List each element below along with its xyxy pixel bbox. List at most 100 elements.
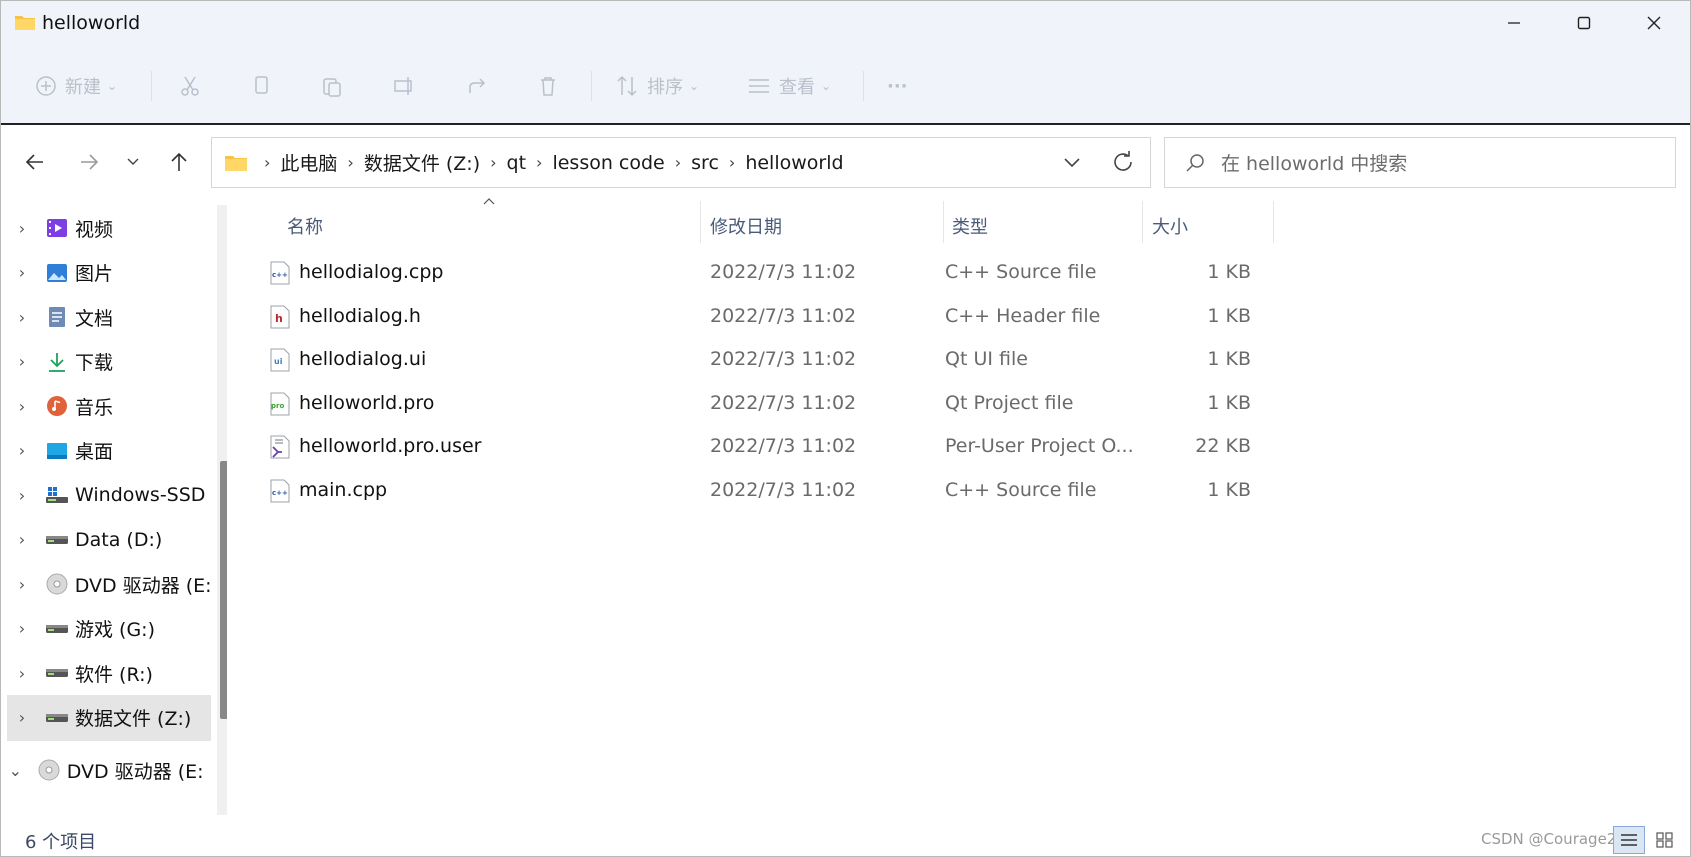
delete-button[interactable]: [537, 69, 559, 103]
sidebar-item[interactable]: › 软件 (R:): [7, 650, 211, 696]
chevron-down-icon[interactable]: ⌄: [1, 761, 30, 780]
sidebar-item-label: 音乐: [75, 396, 114, 419]
chevron-right-icon[interactable]: ›: [7, 441, 37, 460]
chevron-right-icon[interactable]: ›: [7, 619, 37, 638]
search-box[interactable]: 在 helloworld 中搜索: [1164, 137, 1676, 188]
chevron-right-icon[interactable]: ›: [7, 219, 37, 238]
chevron-right-icon[interactable]: ›: [347, 153, 353, 172]
file-row[interactable]: c++ hellodialog.cpp 2022/7/3 11:02 C++ Sour…: [233, 249, 1251, 295]
paste-button[interactable]: [321, 69, 343, 103]
chevron-right-icon[interactable]: ›: [7, 575, 37, 594]
more-options-button[interactable]: ···: [887, 69, 908, 103]
chevron-right-icon[interactable]: ›: [7, 530, 37, 549]
cut-button[interactable]: [179, 69, 201, 103]
sidebar-item[interactable]: › 文档: [7, 294, 211, 340]
sidebar-item-label: DVD 驱动器 (E:): [66, 760, 205, 783]
chevron-right-icon[interactable]: ›: [536, 153, 542, 172]
sidebar-item[interactable]: › 视频: [7, 205, 211, 251]
sidebar-item[interactable]: › 游戏 (G:): [7, 606, 211, 652]
chevron-down-icon: [1064, 158, 1080, 168]
breadcrumb-item[interactable]: 数据文件 (Z:): [364, 149, 480, 176]
breadcrumb-item[interactable]: lesson code: [552, 152, 664, 174]
copy-icon: [255, 76, 268, 94]
sidebar-item[interactable]: › 数据文件 (Z:): [7, 694, 211, 741]
sidebar-item[interactable]: › Windows-SSD: [7, 472, 211, 518]
recent-locations-button[interactable]: [115, 145, 151, 179]
sidebar-scrollbar-thumb[interactable]: [220, 461, 227, 719]
file-size: 1 KB: [1207, 261, 1251, 283]
rename-button[interactable]: [393, 69, 415, 103]
chevron-right-icon[interactable]: ›: [729, 153, 735, 172]
sidebar-item[interactable]: › 下载: [7, 339, 211, 385]
column-header-size[interactable]: 大小: [1152, 209, 1188, 243]
chevron-right-icon[interactable]: ›: [7, 664, 37, 683]
breadcrumb-item[interactable]: src: [691, 152, 719, 174]
cpp-file-icon: c++: [269, 261, 291, 285]
file-name: helloworld.pro: [299, 391, 435, 414]
file-name: hellodialog.ui: [299, 348, 427, 371]
chevron-down-icon: ⌄: [689, 79, 700, 93]
breadcrumb-item[interactable]: helloworld: [745, 152, 843, 174]
navigation-pane: › 视频 › 图片 › 文档 › 下载 › 音乐 › 桌面 › Windows-SSD › Data (D:)…: [1, 197, 227, 822]
chevron-right-icon[interactable]: ›: [490, 153, 496, 172]
file-type: C++ Source file: [945, 479, 1097, 501]
view-button[interactable]: 查看 ⌄: [747, 69, 831, 103]
copy-button[interactable]: [251, 69, 273, 103]
file-type: C++ Header file: [945, 304, 1101, 327]
chevron-right-icon[interactable]: ›: [7, 263, 37, 282]
chevron-right-icon[interactable]: ›: [7, 486, 37, 505]
forward-button[interactable]: [71, 145, 107, 179]
minimize-icon: [1508, 22, 1520, 24]
chevron-right-icon[interactable]: ›: [7, 308, 37, 327]
address-history-button[interactable]: [1062, 150, 1082, 178]
column-header-type[interactable]: 类型: [952, 209, 988, 243]
file-row[interactable]: pro helloworld.pro 2022/7/3 11:02 Qt Projec…: [233, 380, 1251, 426]
maximize-button[interactable]: [1549, 1, 1619, 45]
sidebar-item-label: DVD 驱动器 (E:: [74, 574, 211, 597]
file-name: main.cpp: [299, 479, 388, 501]
column-divider[interactable]: [943, 201, 944, 243]
refresh-button[interactable]: [1110, 148, 1136, 180]
chevron-right-icon[interactable]: ›: [7, 708, 37, 727]
file-row[interactable]: ui hellodialog.ui 2022/7/3 11:02 Qt UI file…: [233, 336, 1251, 382]
tiles-view-button[interactable]: [1649, 826, 1681, 854]
breadcrumb-item[interactable]: 此电脑: [280, 149, 337, 176]
window-title: helloworld: [42, 12, 141, 34]
sidebar-item[interactable]: › DVD 驱动器 (E:: [7, 561, 211, 607]
cpp-file-icon: c++: [269, 479, 291, 503]
trash-icon: [541, 77, 555, 96]
chevron-right-icon[interactable]: ›: [7, 397, 37, 416]
column-divider[interactable]: [700, 201, 701, 243]
svg-text:ui: ui: [274, 357, 283, 366]
sidebar-item[interactable]: › 图片: [7, 250, 211, 296]
close-button[interactable]: [1619, 1, 1689, 45]
file-row[interactable]: c++ main.cpp 2022/7/3 11:02 C++ Source file…: [233, 467, 1251, 513]
new-button[interactable]: 新建 ⌄: [35, 69, 117, 103]
file-type: C++ Source file: [945, 261, 1097, 283]
sidebar-item[interactable]: › 桌面: [7, 428, 211, 474]
chevron-right-icon[interactable]: ›: [7, 352, 37, 371]
file-date: 2022/7/3 11:02: [710, 348, 857, 371]
sort-button[interactable]: 排序 ⌄: [615, 69, 699, 103]
user-file-icon: [269, 435, 291, 459]
sidebar-item[interactable]: › 音乐: [7, 383, 211, 429]
sidebar-item-label: 桌面: [75, 441, 114, 463]
sidebar-item[interactable]: › Data (D:): [7, 517, 211, 563]
breadcrumb-item[interactable]: qt: [507, 152, 527, 174]
details-view-button[interactable]: [1613, 826, 1645, 854]
file-row[interactable]: h hellodialog.h 2022/7/3 11:02 C++ Header f…: [233, 293, 1251, 339]
share-button[interactable]: [467, 69, 489, 103]
file-row[interactable]: helloworld.pro.user 2022/7/3 11:02 Per-Use…: [233, 423, 1251, 469]
chevron-right-icon[interactable]: ›: [675, 153, 681, 172]
column-divider[interactable]: [1142, 201, 1143, 243]
view-lines-icon: [749, 79, 769, 93]
address-bar[interactable]: › 此电脑 › 数据文件 (Z:) › qt › lesson code › s…: [211, 137, 1151, 188]
column-header-date[interactable]: 修改日期: [710, 209, 782, 243]
back-button[interactable]: [17, 145, 53, 179]
minimize-button[interactable]: [1479, 1, 1549, 45]
up-button[interactable]: [161, 145, 197, 179]
sidebar-item[interactable]: ⌄ DVD 驱动器 (E:): [1, 747, 205, 793]
column-divider[interactable]: [1273, 201, 1274, 243]
search-input[interactable]: 在 helloworld 中搜索: [1221, 149, 1407, 176]
column-header-name[interactable]: 名称: [287, 209, 323, 243]
